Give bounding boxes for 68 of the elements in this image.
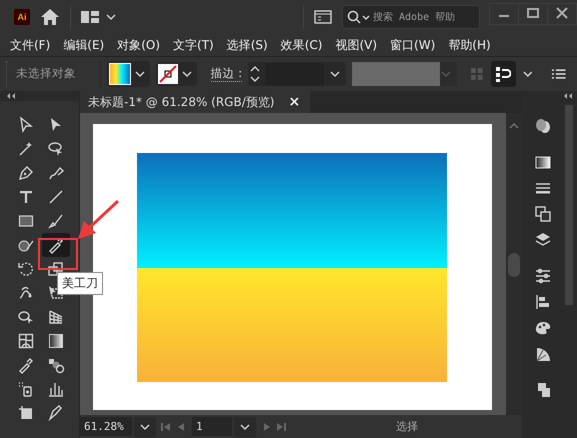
line-icon [47, 188, 65, 206]
panel-scrollbar[interactable] [565, 105, 573, 305]
style-dropdown[interactable] [352, 62, 458, 86]
mesh-icon [17, 332, 35, 350]
selection-status: 未选择对象 [16, 66, 77, 81]
current-tool-label: 选择 [395, 419, 419, 434]
brush-icon [47, 212, 65, 230]
menu-item[interactable]: 对象(O) [117, 36, 160, 54]
perspective-grid-icon [47, 308, 65, 326]
menu-item[interactable]: 效果(C) [280, 36, 322, 54]
document-tab[interactable]: 未标题-1* @ 61.28% (RGB/预览) × [80, 91, 310, 113]
page-field[interactable]: 1 [192, 417, 232, 436]
stroke-swatch[interactable] [156, 62, 197, 86]
search-field[interactable]: 搜索 Adobe 帮助 [373, 12, 469, 22]
close-tab-button[interactable]: × [288, 94, 300, 110]
menu-item[interactable]: 窗口(W) [390, 36, 436, 54]
caret-icon [439, 70, 454, 78]
blend-icon [47, 356, 65, 374]
menu-item[interactable]: 选择(S) [226, 36, 268, 54]
search-bar[interactable]: 搜索 Adobe 帮助 [342, 5, 480, 29]
stepper-icon[interactable] [248, 64, 262, 84]
menu-icon[interactable] [551, 66, 567, 80]
arrow-icon [17, 116, 35, 134]
menu-item[interactable]: 编辑(E) [63, 36, 104, 54]
caret-icon[interactable] [134, 416, 156, 436]
menu-item[interactable]: 视图(V) [335, 36, 378, 54]
vertical-scrollbar[interactable] [506, 113, 522, 415]
caret-icon [180, 70, 193, 78]
caret-icon [328, 70, 342, 78]
annotation-arrow [76, 199, 120, 241]
bar-graph-icon [47, 380, 65, 398]
rotate-icon [17, 260, 35, 278]
menu-item[interactable]: 文件(F) [10, 36, 50, 54]
document-title: 未标题-1* @ 61.28% (RGB/预览) [88, 94, 274, 110]
minimize-icon[interactable] [489, 3, 519, 25]
menu-item[interactable]: 文字(T) [173, 36, 214, 54]
caret-icon[interactable] [522, 70, 534, 78]
caret-icon[interactable] [234, 416, 256, 436]
caret-icon [134, 70, 146, 78]
type-icon [17, 188, 35, 206]
home-icon[interactable] [40, 8, 60, 26]
scale-icon [47, 260, 65, 278]
workspace-icon[interactable] [81, 10, 117, 24]
highlight-box [38, 238, 78, 270]
scroll-up-icon[interactable] [509, 123, 519, 129]
stroke-label[interactable]: 描边 : [210, 66, 242, 82]
pen-icon [17, 164, 35, 182]
fill-swatch[interactable] [106, 60, 150, 86]
maximize-icon[interactable] [518, 3, 548, 25]
close-icon[interactable] [547, 3, 577, 25]
stroke-weight-field[interactable] [248, 62, 346, 86]
zoom-field[interactable]: 61.28% [80, 417, 132, 436]
tool-button[interactable] [42, 233, 70, 257]
panel-toggle-button[interactable] [490, 60, 516, 86]
menu-item[interactable]: 帮助(H) [448, 36, 491, 54]
tooltip: 美工刀 [57, 272, 103, 295]
no-stroke-icon [158, 64, 178, 84]
search-icon [347, 10, 371, 24]
scrollbar-thumb[interactable] [508, 253, 520, 277]
artboard-icon [17, 404, 35, 422]
collapse-icon[interactable] [563, 93, 573, 99]
collapse-icon[interactable] [6, 93, 16, 99]
panel-icon[interactable] [314, 10, 332, 24]
eyedropper-icon [17, 356, 35, 374]
gradient-icon [47, 332, 65, 350]
pen-icon [47, 164, 65, 182]
app-logo: Ai [14, 9, 30, 25]
squares-icon[interactable] [532, 205, 552, 223]
